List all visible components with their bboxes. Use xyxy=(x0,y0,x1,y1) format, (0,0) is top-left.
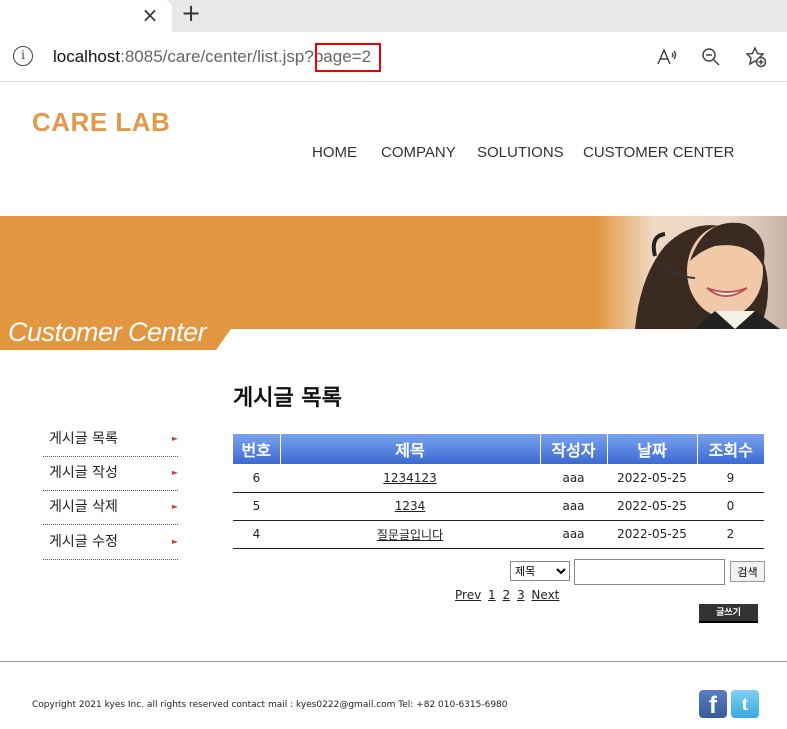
banner-photo xyxy=(595,216,787,329)
post-link[interactable]: 1234123 xyxy=(383,471,436,485)
sidebar-item-delete[interactable]: 게시글 삭제 ► xyxy=(43,491,178,525)
cell-no: 4 xyxy=(233,520,280,549)
zoom-out-icon[interactable] xyxy=(699,45,723,69)
cell-writer: aaa xyxy=(540,520,607,549)
column-header-date: 날짜 xyxy=(607,434,698,464)
cell-views: 9 xyxy=(697,464,764,493)
sidebar-item-label: 게시글 수정 xyxy=(49,534,118,550)
arrow-right-icon: ► xyxy=(171,434,178,443)
pagination-page-2[interactable]: 2 xyxy=(502,588,510,602)
nav-customer-center[interactable]: CUSTOMER CENTER xyxy=(583,144,734,161)
nav-solutions[interactable]: SOLUTIONS xyxy=(477,144,564,161)
info-icon[interactable]: i xyxy=(13,46,33,66)
address-bar: i localhost:8085/care/center/list.jsp?pa… xyxy=(0,32,787,82)
twitter-icon[interactable]: t xyxy=(731,690,759,718)
cell-views: 0 xyxy=(697,492,764,521)
write-post-button[interactable]: 글쓰기 xyxy=(699,604,758,623)
cell-date: 2022-05-25 xyxy=(607,464,697,493)
browser-tab-strip: × + xyxy=(0,0,787,32)
table-row: 5 1234 aaa 2022-05-25 0 xyxy=(233,492,764,521)
sidebar-item-label: 게시글 삭제 xyxy=(49,499,118,515)
pagination-next[interactable]: Next xyxy=(531,588,559,602)
cell-no: 6 xyxy=(233,464,280,493)
cell-subject: 질문글입니다 xyxy=(280,520,540,549)
cell-writer: aaa xyxy=(540,464,607,493)
sidebar-item-edit[interactable]: 게시글 수정 ► xyxy=(43,526,178,560)
banner-title-box: Customer Center xyxy=(0,316,240,350)
url-query-highlight xyxy=(315,43,381,72)
cell-date: 2022-05-25 xyxy=(607,520,697,549)
cell-views: 2 xyxy=(697,520,764,549)
column-header-no: 번호 xyxy=(233,434,281,464)
url-host: localhost xyxy=(53,47,121,66)
sidebar-item-label: 게시글 작성 xyxy=(49,465,118,481)
pagination-page-3[interactable]: 3 xyxy=(517,588,525,602)
favorite-add-icon[interactable] xyxy=(744,45,768,69)
arrow-right-icon: ► xyxy=(171,537,178,546)
read-aloud-icon[interactable] xyxy=(655,45,679,69)
nav-company[interactable]: COMPANY xyxy=(381,144,456,161)
pagination-page-1[interactable]: 1 xyxy=(488,588,496,602)
nav-home[interactable]: HOME xyxy=(312,144,357,161)
banner-title: Customer Center xyxy=(8,317,207,347)
cell-date: 2022-05-25 xyxy=(607,492,697,521)
browser-tab[interactable]: × xyxy=(0,0,172,32)
sidebar-item-label: 게시글 목록 xyxy=(49,431,118,447)
sidebar-item-list[interactable]: 게시글 목록 ► xyxy=(43,423,178,457)
search-field-select[interactable]: 제목 xyxy=(510,561,570,581)
post-link[interactable]: 질문글입니다 xyxy=(377,528,443,542)
table-row: 4 질문글입니다 aaa 2022-05-25 2 xyxy=(233,520,764,549)
close-icon[interactable]: × xyxy=(140,4,160,26)
column-header-writer: 작성자 xyxy=(540,434,608,464)
facebook-icon[interactable]: f xyxy=(699,690,727,719)
pagination-prev[interactable]: Prev xyxy=(455,588,481,602)
table-header-row: 번호 제목 작성자 날짜 조회수 xyxy=(233,434,764,464)
cell-subject: 1234123 xyxy=(280,464,540,493)
page-title: 게시글 목록 xyxy=(233,386,342,411)
arrow-right-icon: ► xyxy=(171,502,178,511)
column-header-views: 조회수 xyxy=(697,434,764,464)
search-button[interactable]: 검색 xyxy=(730,561,765,582)
cell-writer: aaa xyxy=(540,492,607,521)
pagination: Prev 1 2 3 Next xyxy=(455,588,562,602)
board-table: 번호 제목 작성자 날짜 조회수 6 1234123 aaa 2022-05-2… xyxy=(233,434,764,549)
footer-copyright: Copyright 2021 kyes Inc. all rights rese… xyxy=(32,700,508,710)
post-link[interactable]: 1234 xyxy=(395,499,426,513)
column-header-subject: 제목 xyxy=(280,434,541,464)
plus-icon[interactable]: + xyxy=(180,1,202,26)
url-path: :8085/care/center/list.jsp xyxy=(120,47,305,66)
cell-subject: 1234 xyxy=(280,492,540,521)
footer-divider xyxy=(0,661,787,662)
site-logo[interactable]: CARE LAB xyxy=(32,107,170,138)
search-input[interactable] xyxy=(574,559,725,585)
sidebar-item-write[interactable]: 게시글 작성 ► xyxy=(43,457,178,491)
arrow-right-icon: ► xyxy=(171,468,178,477)
table-row: 6 1234123 aaa 2022-05-25 9 xyxy=(233,464,764,493)
cell-no: 5 xyxy=(233,492,280,521)
